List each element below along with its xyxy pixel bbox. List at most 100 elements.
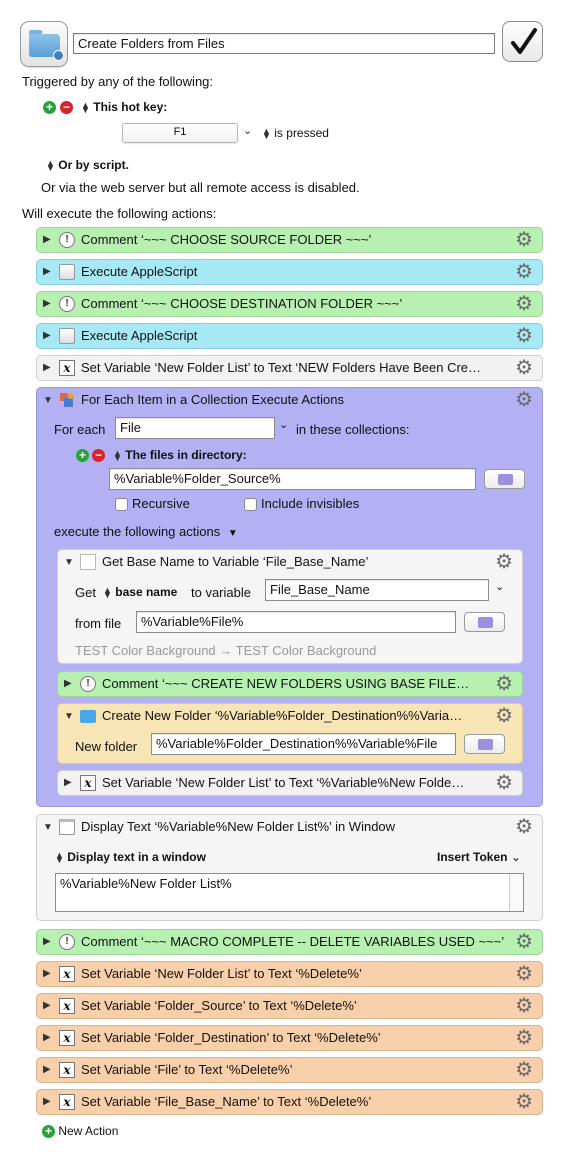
action-delete-file[interactable]: ▶ x Set Variable ‘File’ to Text ‘%Delete…: [36, 1057, 543, 1083]
minus-icon: −: [60, 101, 73, 115]
folder-icon: [478, 739, 493, 750]
macro-name-field[interactable]: Create Folders from Files: [73, 33, 495, 54]
gear-icon[interactable]: ⚙: [515, 294, 533, 314]
trigger-remove-button[interactable]: −: [60, 99, 73, 115]
action-title: Comment ‘~~~ MACRO COMPLETE -- DELETE VA…: [81, 934, 505, 949]
execute-following-label[interactable]: execute the following actions ▼: [54, 524, 238, 539]
base-name-variable-field[interactable]: File_Base_Name: [265, 579, 489, 601]
disclosure-triangle-icon[interactable]: ▶: [43, 298, 51, 309]
or-by-script-popup[interactable]: ▲ ▼ Or by script.: [46, 158, 129, 172]
gear-icon[interactable]: ⚙: [515, 817, 533, 837]
from-file-label: from file: [75, 616, 122, 631]
gear-icon[interactable]: ⚙: [515, 390, 533, 410]
action-comment-create[interactable]: ▶ ! Comment ‘~~~ CREATE NEW FOLDERS USIN…: [57, 671, 523, 697]
new-folder-field[interactable]: %Variable%Folder_Destination%%Variable%F…: [151, 733, 456, 755]
execute-following-text: execute the following actions: [54, 524, 221, 539]
hotkey-field[interactable]: F1: [122, 123, 238, 143]
action-title: Execute AppleScript: [81, 264, 198, 279]
trigger-type-popup[interactable]: ▲ ▼ This hot key:: [81, 100, 167, 114]
disclosure-triangle-icon[interactable]: ▼: [64, 711, 74, 722]
action-title: Set Variable ‘Folder_Source’ to Text ‘%D…: [81, 998, 357, 1013]
gear-icon[interactable]: ⚙: [515, 262, 533, 282]
disclosure-triangle-icon[interactable]: ▶: [64, 777, 72, 788]
action-applescript-2[interactable]: ▶ Execute AppleScript ⚙: [36, 323, 543, 349]
action-get-base-name[interactable]: ▼ Get Base Name to Variable ‘File_Base_N…: [57, 549, 523, 664]
disclosure-triangle-icon[interactable]: ▶: [43, 968, 51, 979]
gear-icon[interactable]: ⚙: [515, 1028, 533, 1048]
collection-add-button[interactable]: +: [76, 447, 89, 463]
chevron-down-icon[interactable]: ⌄: [243, 124, 252, 137]
directory-field[interactable]: %Variable%Folder_Source%: [109, 468, 476, 490]
from-file-field[interactable]: %Variable%File%: [136, 611, 456, 633]
action-set-variable-list[interactable]: ▶ x Set Variable ‘New Folder List’ to Te…: [36, 355, 543, 381]
minus-icon: −: [92, 449, 105, 463]
gear-icon[interactable]: ⚙: [515, 326, 533, 346]
file-picker-button[interactable]: [464, 612, 505, 632]
gear-icon[interactable]: ⚙: [515, 358, 533, 378]
action-for-each[interactable]: ▼ For Each Item in a Collection Execute …: [36, 387, 543, 807]
recursive-checkbox[interactable]: Recursive: [115, 496, 190, 512]
disclosure-triangle-icon[interactable]: ▶: [64, 678, 72, 689]
action-delete-file-base-name[interactable]: ▶ x Set Variable ‘File_Base_Name’ to Tex…: [36, 1089, 543, 1115]
collection-type-popup[interactable]: ▲ ▼ The files in directory:: [113, 448, 247, 462]
triangle-down-icon: ▼: [227, 528, 238, 539]
disclosure-triangle-icon[interactable]: ▶: [43, 1064, 51, 1075]
gear-icon[interactable]: ⚙: [515, 1060, 533, 1080]
action-comment-source[interactable]: ▶ ! Comment ‘~~~ CHOOSE SOURCE FOLDER ~~…: [36, 227, 543, 253]
action-comment-destination[interactable]: ▶ ! Comment ‘~~~ CHOOSE DESTINATION FOLD…: [36, 291, 543, 317]
action-delete-new-folder-list[interactable]: ▶ x Set Variable ‘New Folder List’ to Te…: [36, 961, 543, 987]
folder-icon: [80, 710, 96, 723]
variable-icon: x: [59, 998, 75, 1014]
action-delete-folder-destination[interactable]: ▶ x Set Variable ‘Folder_Destination’ to…: [36, 1025, 543, 1051]
updown-icon: ▲ ▼: [46, 157, 55, 173]
disclosure-triangle-icon[interactable]: ▼: [43, 395, 53, 406]
action-set-variable-append[interactable]: ▶ x Set Variable ‘New Folder List’ to Te…: [57, 770, 523, 796]
gear-icon[interactable]: ⚙: [495, 706, 513, 726]
action-title: Comment ‘~~~ CHOOSE SOURCE FOLDER ~~~’: [81, 232, 372, 247]
disclosure-triangle-icon[interactable]: ▶: [43, 234, 51, 245]
gear-icon[interactable]: ⚙: [515, 964, 533, 984]
disclosure-triangle-icon[interactable]: ▶: [43, 362, 51, 373]
include-invisibles-checkbox[interactable]: Include invisibles: [244, 496, 359, 512]
gear-icon[interactable]: ⚙: [515, 996, 533, 1016]
folder-picker-button[interactable]: [464, 734, 505, 754]
gear-icon[interactable]: ⚙: [515, 230, 533, 250]
display-mode-popup[interactable]: ▲ ▼ Display text in a window: [55, 850, 206, 864]
disclosure-triangle-icon[interactable]: ▼: [43, 822, 53, 833]
new-action-button[interactable]: + New Action: [42, 1124, 119, 1139]
disclosure-triangle-icon[interactable]: ▶: [43, 936, 51, 947]
gear-icon[interactable]: ⚙: [515, 1092, 533, 1112]
insert-token-button[interactable]: Insert Token ⌄: [437, 850, 521, 864]
new-action-label: New Action: [58, 1124, 119, 1138]
disclosure-triangle-icon[interactable]: ▶: [43, 1032, 51, 1043]
action-applescript-1[interactable]: ▶ Execute AppleScript ⚙: [36, 259, 543, 285]
collection-remove-button[interactable]: −: [92, 447, 105, 463]
gear-icon[interactable]: ⚙: [495, 674, 513, 694]
get-type-popup[interactable]: ▲ ▼ base name: [103, 585, 177, 599]
disclosure-triangle-icon[interactable]: ▶: [43, 1096, 51, 1107]
scrollbar[interactable]: [509, 874, 523, 911]
macro-icon[interactable]: [20, 21, 68, 67]
disclosure-triangle-icon[interactable]: ▶: [43, 266, 51, 277]
chevron-down-icon[interactable]: ⌄: [279, 418, 288, 431]
folder-picker-button[interactable]: [484, 469, 525, 489]
trigger-add-button[interactable]: +: [43, 99, 56, 115]
gear-icon[interactable]: ⚙: [495, 773, 513, 793]
chevron-down-icon[interactable]: ⌄: [495, 580, 504, 593]
action-comment-complete[interactable]: ▶ ! Comment ‘~~~ MACRO COMPLETE -- DELET…: [36, 929, 543, 955]
key-state-popup[interactable]: ▲ ▼ is pressed: [262, 126, 329, 140]
action-title: Execute AppleScript: [81, 328, 198, 343]
display-text-area[interactable]: %Variable%New Folder List%: [55, 873, 524, 912]
macro-enabled-checkbox[interactable]: [502, 21, 543, 62]
folder-icon: [478, 617, 493, 628]
gear-icon[interactable]: ⚙: [495, 552, 513, 572]
disclosure-triangle-icon[interactable]: ▶: [43, 1000, 51, 1011]
gear-icon[interactable]: ⚙: [515, 932, 533, 952]
action-display-text[interactable]: ▼ Display Text ‘%Variable%New Folder Lis…: [36, 814, 543, 921]
action-delete-folder-source[interactable]: ▶ x Set Variable ‘Folder_Source’ to Text…: [36, 993, 543, 1019]
for-each-variable-field[interactable]: File: [115, 417, 275, 439]
action-create-new-folder[interactable]: ▼ Create New Folder ‘%Variable%Folder_De…: [57, 703, 523, 764]
disclosure-triangle-icon[interactable]: ▼: [64, 557, 74, 568]
disclosure-triangle-icon[interactable]: ▶: [43, 330, 51, 341]
comment-icon: !: [59, 232, 75, 248]
